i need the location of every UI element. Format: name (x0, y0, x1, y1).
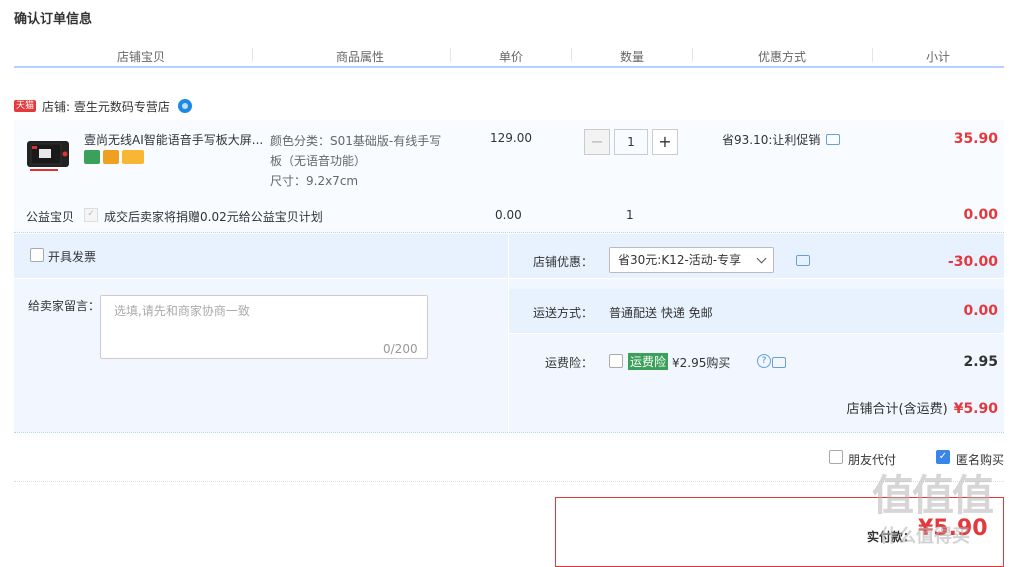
attr-line: 颜色分类：S01基础版-有线手写 (270, 134, 442, 148)
friend-pay-checkbox[interactable] (829, 450, 843, 464)
shop-discount-select[interactable]: 省30元:K12-活动-专享 (609, 247, 774, 273)
invoice-checkbox[interactable] (30, 248, 44, 262)
shop-row: 天猫 店铺: 壹生元数码专营店 (14, 96, 192, 116)
shop-total-label: 店铺合计(含运费) (846, 402, 948, 417)
invoice-label[interactable]: 开具发票 (48, 248, 96, 265)
charity-subtotal: 0.00 (963, 207, 998, 223)
item-promotion: 省93.10:让利促销 (722, 131, 841, 148)
charity-text: 成交后卖家将捐赠0.02元给公益宝贝计划 (104, 210, 323, 224)
header-subtotal: 小计 (925, 50, 950, 64)
header-shop-items: 店铺宝贝 (116, 50, 165, 64)
help-icon[interactable]: ? (757, 354, 771, 368)
shipping-method: 普通配送 快递 免邮 (609, 306, 713, 320)
guarantee-icon (103, 150, 119, 164)
promotion-text: 省93.10:让利促销 (722, 133, 821, 147)
comment-icon[interactable] (796, 255, 810, 266)
page-title: 确认订单信息 (14, 12, 93, 27)
divider (14, 481, 1004, 482)
wangwang-chat-icon[interactable] (177, 99, 192, 113)
insurance-label: 运费险： (545, 356, 594, 370)
watermark-logo: 值值值 (872, 471, 994, 520)
seven-day-return-icon (84, 150, 100, 164)
table-header: 店铺宝贝 商品属性 单价 数量 优惠方式 小计 (14, 44, 1004, 68)
header-divider (692, 48, 693, 62)
quantity-input[interactable]: 1 (614, 129, 648, 155)
shop-name-link[interactable]: 店铺: 壹生元数码专营店 (42, 98, 170, 115)
quantity-stepper: − 1 + (584, 129, 678, 155)
product-attributes: 颜色分类：S01基础版-有线手写 板（无语音功能） 尺寸：9.2x7cm (270, 131, 460, 191)
attr-line: 尺寸：9.2x7cm (270, 174, 359, 188)
insurance-value: 2.95 (963, 354, 998, 370)
header-divider (450, 48, 451, 62)
charity-quantity: 1 (626, 208, 634, 222)
shop-discount-value: -30.00 (947, 254, 998, 270)
charity-price: 0.00 (495, 208, 522, 222)
shipping-label: 运送方式： (533, 306, 594, 320)
attr-line: 板（无语音功能） (270, 154, 367, 168)
insurance-checkbox[interactable] (609, 354, 623, 368)
decrease-quantity-button[interactable]: − (584, 129, 610, 155)
header-attributes: 商品属性 (335, 50, 384, 64)
message-label: 给卖家留言： (28, 299, 101, 313)
header-divider (571, 48, 572, 62)
header-discount: 优惠方式 (757, 50, 806, 64)
shop-discount-label: 店铺优惠： (533, 255, 594, 269)
shop-total: 店铺合计(含运费) ¥5.90 (847, 398, 998, 417)
divider (14, 432, 1004, 433)
insurance-price: ¥2.95购买 (672, 356, 731, 370)
charity-checkbox: ✓ (84, 208, 98, 222)
tmall-badge: 天猫 (14, 100, 37, 112)
shop-total-value: ¥5.90 (953, 401, 998, 417)
increase-quantity-button[interactable]: + (652, 129, 678, 155)
insurance-tag: 运费险 (628, 353, 669, 370)
header-divider (252, 48, 253, 62)
message-char-count: 0/200 (383, 342, 418, 356)
credit-card-icon (122, 150, 144, 164)
comment-icon[interactable] (826, 134, 841, 145)
header-quantity: 数量 (619, 50, 644, 64)
item-subtotal: 35.90 (953, 131, 998, 147)
product-thumbnail[interactable] (26, 138, 72, 174)
chevron-down-icon (756, 253, 767, 264)
header-unit-price: 单价 (498, 50, 523, 64)
product-name-link[interactable]: 壹尚无线AI智能语音手写板大屏... (84, 131, 266, 148)
header-divider (872, 48, 873, 62)
charity-label: 公益宝贝 (26, 210, 75, 224)
message-placeholder: 选填,请先和商家协商一致 (114, 304, 250, 318)
watermark-text: 什么值得买 (880, 526, 970, 547)
product-badges (84, 150, 144, 164)
comment-icon[interactable] (771, 357, 786, 368)
shipping-value: 0.00 (963, 303, 998, 319)
shop-discount-selected: 省30元:K12-活动-专享 (618, 253, 742, 267)
unit-price: 129.00 (490, 131, 532, 145)
